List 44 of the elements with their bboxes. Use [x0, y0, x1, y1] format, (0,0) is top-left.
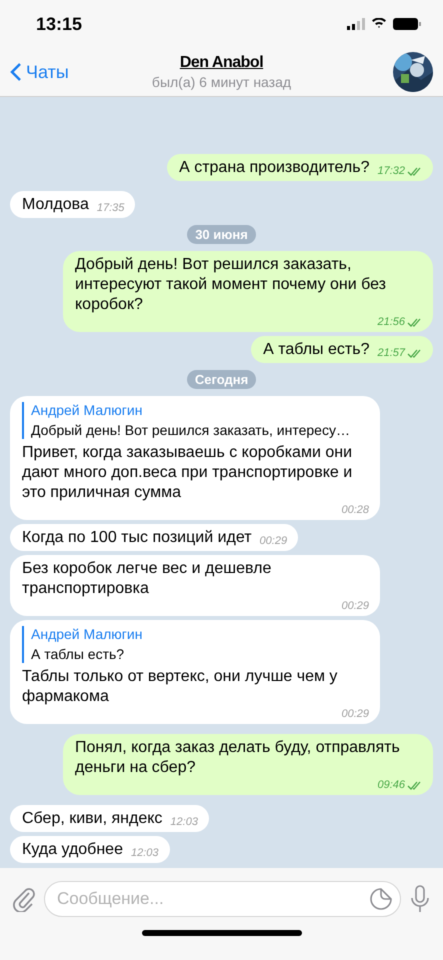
- message-text: Привет, когда заказываешь с коробками они дают много доп.веса при транспортировке и это приличная сумма: [22, 443, 354, 503]
- chat-title: Den Anabol: [180, 54, 264, 72]
- message-time: 21:56: [377, 315, 405, 329]
- message-time: 17:35: [96, 201, 124, 215]
- message-text: Таблы только от вертекс, они лучше чем у фармакома: [22, 667, 338, 707]
- message-text: Добрый день! Вот решился заказать, интересуют такой момент почему они без коробок?: [75, 255, 388, 315]
- message-text: А страна производитель?: [179, 158, 370, 178]
- message-text: Молдова: [22, 195, 89, 215]
- message-text: А таблы есть?: [263, 340, 370, 360]
- paperclip-icon[interactable]: [12, 886, 36, 912]
- message-text: Куда удобнее: [22, 840, 123, 860]
- battery-icon: [393, 18, 421, 30]
- sticker-icon[interactable]: [369, 887, 393, 911]
- double-check-icon: [407, 348, 422, 358]
- message-time: 00:28: [341, 503, 369, 517]
- reply-author: Андрей Малюгин: [31, 402, 144, 419]
- status-time: 13:15: [36, 14, 82, 34]
- message-text: Сбер, киви, яндекс: [22, 809, 162, 829]
- message-time: 00:29: [341, 707, 369, 721]
- message-time: 12:03: [130, 846, 158, 860]
- reply-text: А таблы есть?: [31, 646, 126, 663]
- signal-icon: [347, 18, 365, 30]
- message-time: 21:57: [377, 346, 405, 360]
- message-time: 09:46: [377, 778, 405, 792]
- double-check-icon: [407, 318, 422, 326]
- message-text: Без коробок легче вес и дешевле транспортировка: [22, 559, 272, 599]
- message-text: Понял, когда заказ делать буду, отправлять деньги на сбер?: [75, 738, 401, 778]
- message-time: 00:29: [260, 534, 288, 548]
- message-time: 00:29: [341, 599, 369, 613]
- back-button[interactable]: Чаты: [10, 62, 120, 82]
- message-input[interactable]: Сообщение...: [44, 881, 401, 917]
- message-time: 12:03: [170, 815, 198, 829]
- microphone-icon[interactable]: [409, 885, 431, 913]
- wifi-icon: [371, 18, 387, 30]
- reply-author: Андрей Малюгин: [31, 626, 144, 643]
- message-time: 17:32: [377, 164, 405, 178]
- chevron-left-icon: [10, 62, 22, 82]
- date-label: 30 июня: [187, 225, 256, 244]
- double-check-icon: [407, 780, 422, 790]
- reply-text: Добрый день! Вот решился заказать, интересу…: [31, 422, 351, 439]
- last-seen: был(а) 6 минут назад: [152, 74, 292, 90]
- message-text: Когда по 100 тыс позиций идет: [22, 528, 252, 548]
- date-label: Сегодня: [186, 370, 256, 389]
- double-check-icon: [407, 166, 422, 176]
